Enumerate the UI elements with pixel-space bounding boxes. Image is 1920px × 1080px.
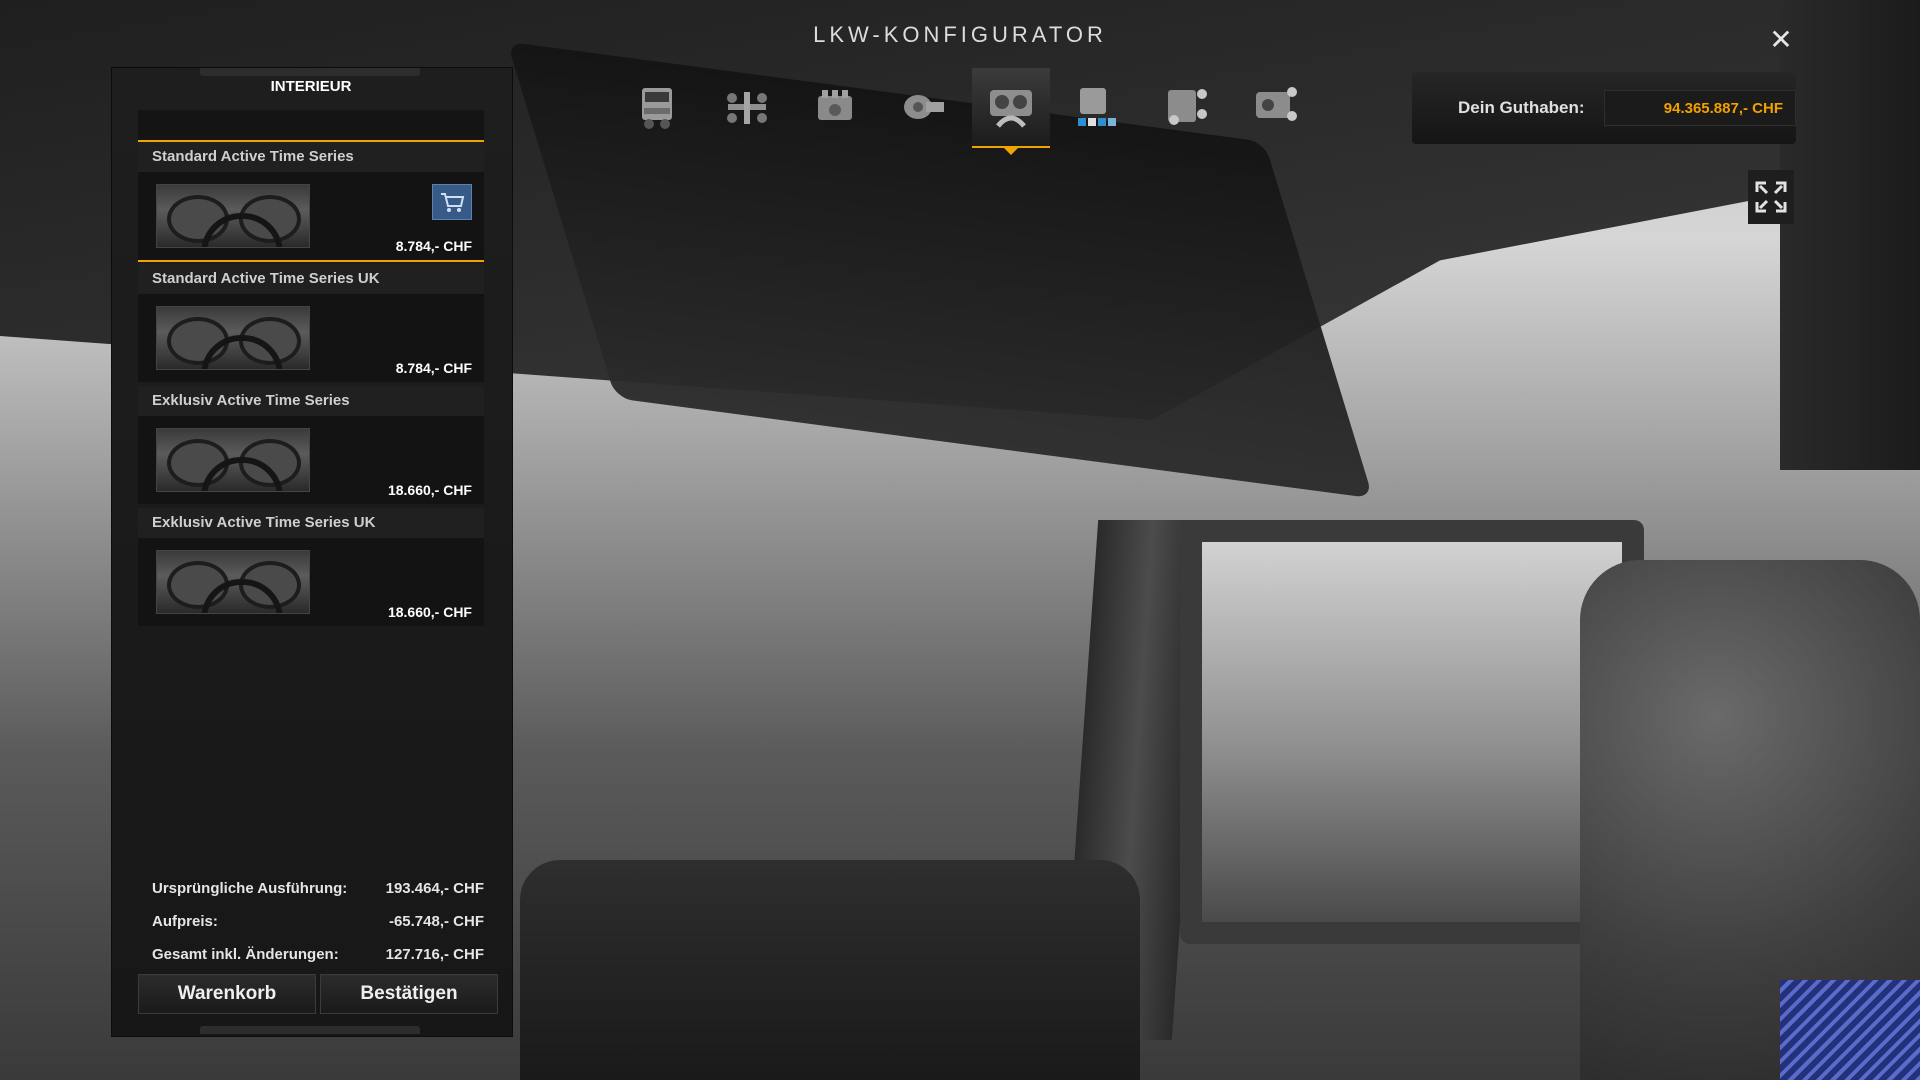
summary-value: 127.716,- CHF [385, 946, 484, 963]
list-item[interactable]: Exklusiv Active Time Series UK 18.660,- … [138, 506, 484, 628]
list-item[interactable]: Exklusiv Active Time Series 18.660,- CHF [138, 384, 484, 506]
interior-icon [990, 90, 1032, 128]
interior-accessories-icon [1256, 87, 1297, 121]
paint-icon [1078, 88, 1116, 126]
expand-icon [1755, 181, 1787, 213]
summary-label: Ursprüngliche Ausführung: [152, 880, 348, 897]
summary-label: Aufpreis: [152, 913, 218, 930]
close-button[interactable]: ✕ [1766, 23, 1796, 55]
tab-transmission[interactable] [884, 68, 962, 146]
item-title: Standard Active Time Series [138, 142, 484, 172]
tab-chassis[interactable] [708, 68, 786, 146]
tab-engine[interactable] [796, 68, 874, 146]
engine-icon [818, 90, 852, 120]
balance-value: 94.365.887,- CHF [1604, 90, 1796, 126]
item-price: 8.784,- CHF [395, 360, 472, 376]
panel-foot-decor [200, 1026, 420, 1034]
price-summary: Ursprüngliche Ausführung: 193.464,- CHF … [138, 872, 484, 971]
interior-thumbnail [156, 184, 310, 248]
close-icon: ✕ [1769, 23, 1793, 55]
interior-panel: INTERIEUR Standard Active Time Series 8.… [112, 68, 512, 1036]
action-buttons: Warenkorb Bestätigen [138, 974, 498, 1014]
transmission-icon [904, 95, 944, 119]
confirm-button[interactable]: Bestätigen [320, 974, 498, 1014]
tab-interior-accessories[interactable] [1236, 68, 1314, 146]
item-title: Exklusiv Active Time Series UK [138, 508, 484, 538]
item-price: 8.784,- CHF [395, 238, 472, 254]
item-body: 8.784,- CHF [138, 294, 484, 382]
summary-value: -65.748,- CHF [388, 913, 484, 930]
interior-thumbnail [156, 428, 310, 492]
item-title: Standard Active Time Series UK [138, 264, 484, 294]
fabric-patch [1780, 980, 1920, 1080]
side-window [1180, 520, 1644, 944]
summary-row-surcharge: Aufpreis: -65.748,- CHF [138, 905, 484, 938]
interior-options-list: Standard Active Time Series 8.784,- CHF … [138, 140, 484, 628]
cabin-wall [1780, 0, 1920, 470]
list-item[interactable]: Standard Active Time Series 8.784,- CHF [138, 140, 484, 262]
interior-thumbnail [156, 306, 310, 370]
category-tabs [620, 68, 1314, 155]
tab-cabin-accessories[interactable] [1148, 68, 1226, 146]
balance-label: Dein Guthaben: [1458, 98, 1585, 117]
item-body: 8.784,- CHF [138, 172, 484, 260]
summary-value: 193.464,- CHF [385, 880, 484, 897]
summary-label: Gesamt inkl. Änderungen: [152, 946, 339, 963]
dashboard [520, 860, 1140, 1080]
truck-cab-icon [642, 88, 672, 129]
interior-thumbnail [156, 550, 310, 614]
summary-row-original: Ursprüngliche Ausführung: 193.464,- CHF [138, 872, 484, 905]
cabin-accessories-icon [1168, 89, 1207, 125]
window-title-area: LKW-KONFIGURATOR [760, 22, 1160, 48]
item-price: 18.660,- CHF [387, 604, 472, 620]
item-title: Exklusiv Active Time Series [138, 386, 484, 416]
cart-icon [432, 184, 472, 220]
summary-row-total: Gesamt inkl. Änderungen: 127.716,- CHF [138, 938, 484, 971]
list-item[interactable]: Standard Active Time Series UK 8.784,- C… [138, 262, 484, 384]
item-body: 18.660,- CHF [138, 416, 484, 504]
panel-header: INTERIEUR [270, 78, 352, 95]
window-title: LKW-KONFIGURATOR [813, 22, 1107, 47]
tab-truck-cab[interactable] [620, 68, 698, 146]
item-body: 18.660,- CHF [138, 538, 484, 626]
balance-box: Dein Guthaben: 94.365.887,- CHF [1412, 72, 1796, 144]
fullscreen-button[interactable] [1748, 170, 1794, 224]
item-price: 18.660,- CHF [387, 482, 472, 498]
tab-interior[interactable] [972, 68, 1050, 155]
panel-tab-decor [200, 68, 420, 76]
chassis-icon [727, 92, 767, 124]
cart-button[interactable]: Warenkorb [138, 974, 316, 1014]
tab-paint[interactable] [1060, 68, 1138, 146]
panel-header-bar [138, 110, 484, 140]
